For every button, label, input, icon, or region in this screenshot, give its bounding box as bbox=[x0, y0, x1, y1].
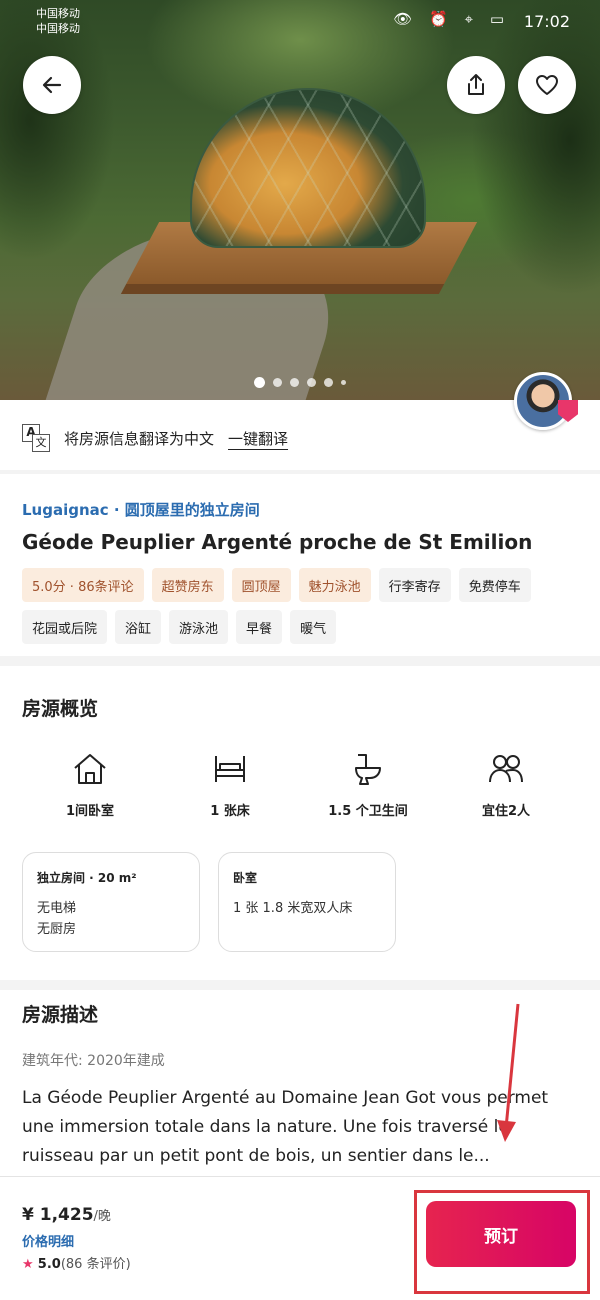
clock: 17:02 bbox=[523, 12, 570, 31]
description-title: 房源描述 bbox=[22, 1004, 99, 1026]
pager-dot[interactable] bbox=[307, 378, 316, 387]
room-card-line: 无电梯 bbox=[37, 901, 77, 916]
translate-row: A文 将房源信息翻译为中文 一键翻译 bbox=[22, 420, 288, 456]
overview-title: 房源概览 bbox=[22, 698, 99, 720]
listing-photo[interactable] bbox=[0, 0, 600, 400]
tag-rating[interactable]: 5.0分 · 86条评论 bbox=[22, 568, 144, 602]
amenity-guests: 宜住2人 bbox=[446, 752, 566, 819]
amenity-bathrooms: 1.5 个卫生间 bbox=[308, 752, 428, 819]
tag-superhost[interactable]: 超赞房东 bbox=[151, 568, 224, 602]
divider bbox=[0, 980, 600, 990]
pager-dot[interactable] bbox=[290, 378, 299, 387]
translate-icon: A文 bbox=[22, 424, 50, 452]
share-icon bbox=[468, 74, 484, 95]
tag-dome[interactable]: 圆顶屋 bbox=[231, 568, 291, 602]
carrier-2: 中国移动 bbox=[36, 22, 80, 35]
house-icon bbox=[74, 754, 106, 784]
toilet-icon bbox=[355, 754, 381, 785]
translate-link[interactable]: 一键翻译 bbox=[228, 428, 288, 449]
listing-location: Lugaignac · 圆顶屋里的独立房间 bbox=[22, 501, 260, 519]
carrier-info: 中国移动 中国移动 bbox=[36, 6, 80, 36]
build-year: 建筑年代: 2020年建成 bbox=[22, 1053, 165, 1069]
favorite-button[interactable] bbox=[518, 56, 576, 114]
pager-dot[interactable] bbox=[254, 377, 265, 388]
tag-garden[interactable]: 花园或后院 bbox=[22, 610, 108, 644]
tag-pool-charm[interactable]: 魅力泳池 bbox=[298, 568, 371, 602]
status-icons: 👁 ⏰ ⌖ ▭ bbox=[393, 10, 510, 28]
amenity-label: 宜住2人 bbox=[481, 804, 531, 819]
price-unit: /晚 bbox=[93, 1209, 111, 1224]
tag-parking[interactable]: 免费停车 bbox=[458, 568, 531, 602]
carrier-1: 中国移动 bbox=[36, 7, 80, 20]
back-button[interactable] bbox=[23, 56, 81, 114]
annotation-highlight-box bbox=[414, 1190, 590, 1294]
photo-pager[interactable] bbox=[254, 377, 346, 388]
heart-icon bbox=[536, 75, 558, 95]
people-icon bbox=[489, 755, 523, 783]
tag-heating[interactable]: 暖气 bbox=[290, 610, 337, 644]
room-card-title: 独立房间 · 20 m² bbox=[37, 871, 137, 885]
rating-value: 5.0 bbox=[37, 1257, 61, 1272]
amenity-label: 1 张床 bbox=[210, 804, 250, 819]
tag-bathtub[interactable]: 浴缸 bbox=[115, 610, 162, 644]
listing-title: Géode Peuplier Argenté proche de St Emil… bbox=[22, 530, 533, 554]
translate-text: 将房源信息翻译为中文 bbox=[64, 429, 215, 448]
price-detail-link[interactable]: 价格明细 bbox=[22, 1231, 74, 1250]
divider bbox=[0, 470, 600, 474]
price-amount: ¥ 1,425 bbox=[22, 1205, 94, 1225]
tag-breakfast[interactable]: 早餐 bbox=[236, 610, 283, 644]
tag-luggage[interactable]: 行李寄存 bbox=[378, 568, 451, 602]
amenity-label: 1间卧室 bbox=[65, 804, 115, 819]
divider bbox=[0, 656, 600, 666]
share-button[interactable] bbox=[447, 56, 505, 114]
pager-dot[interactable] bbox=[273, 378, 282, 387]
price: ¥ 1,425/晚 bbox=[22, 1205, 111, 1225]
room-card[interactable]: 独立房间 · 20 m² 无电梯 无厨房 bbox=[22, 852, 200, 952]
pager-dot[interactable] bbox=[341, 380, 346, 385]
feature-tags: 5.0分 · 86条评论 超赞房东 圆顶屋 魅力泳池 行李寄存 免费停车 花园或… bbox=[22, 568, 582, 644]
tag-pool[interactable]: 游泳池 bbox=[169, 610, 229, 644]
arrow-left-icon bbox=[42, 76, 62, 94]
room-card-line: 无厨房 bbox=[37, 922, 77, 937]
amenity-label: 1.5 个卫生间 bbox=[328, 804, 408, 819]
amenity-bedrooms: 1间卧室 bbox=[30, 752, 150, 819]
amenity-beds: 1 张床 bbox=[170, 752, 290, 819]
status-bar: 中国移动 中国移动 👁 ⏰ ⌖ ▭ 17:02 bbox=[0, 0, 600, 40]
rating: ★ 5.0(86 条评价) bbox=[22, 1253, 131, 1272]
bedroom-card-title: 卧室 bbox=[233, 871, 258, 885]
bedroom-card[interactable]: 卧室 1 张 1.8 米宽双人床 bbox=[218, 852, 396, 952]
pager-dot[interactable] bbox=[324, 378, 333, 387]
bed-icon bbox=[215, 756, 245, 782]
description-text[interactable]: La Géode Peuplier Argenté au Domaine Jea… bbox=[22, 1084, 582, 1171]
rating-count: (86 条评价) bbox=[60, 1257, 131, 1272]
star-icon: ★ bbox=[22, 1257, 34, 1272]
bedroom-card-line: 1 张 1.8 米宽双人床 bbox=[233, 901, 353, 916]
